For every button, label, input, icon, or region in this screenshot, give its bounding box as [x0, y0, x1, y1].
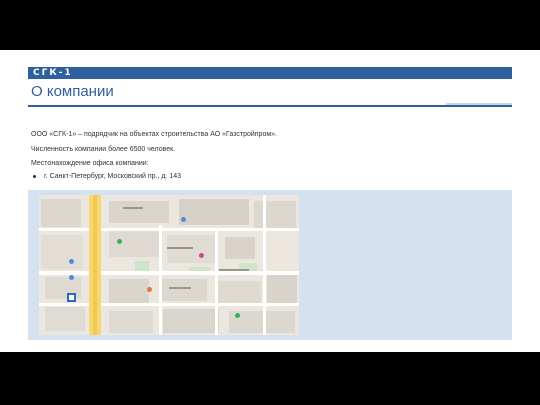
poi-icon[interactable] — [147, 287, 152, 292]
office-address: г. Санкт-Петербург, Московский пр., д. 1… — [44, 173, 181, 180]
office-marker-icon[interactable] — [67, 293, 76, 302]
bullet-icon — [33, 175, 36, 178]
employee-count: Численность компании более 6500 человек. — [31, 146, 176, 153]
company-description: ООО «СГК-1» – подрядчик на объектах стро… — [31, 131, 277, 138]
poi-icon[interactable] — [69, 259, 74, 264]
brand-bar: СГК-1 — [28, 67, 512, 79]
page-title: О компании — [31, 83, 114, 100]
map-icon[interactable] — [39, 195, 299, 335]
office-location-label: Местонахождение офиса компании: — [31, 160, 149, 167]
poi-icon[interactable] — [117, 239, 122, 244]
map-panel — [28, 190, 512, 340]
company-logo: СГК-1 — [33, 68, 73, 78]
slide: СГК-1 О компании ООО «СГК-1» – подрядчик… — [0, 50, 540, 352]
poi-icon[interactable] — [235, 313, 240, 318]
poi-icon[interactable] — [69, 275, 74, 280]
map-graphic — [39, 195, 299, 335]
poi-icon[interactable] — [181, 217, 186, 222]
poi-icon[interactable] — [199, 253, 204, 258]
title-rule — [28, 105, 512, 107]
